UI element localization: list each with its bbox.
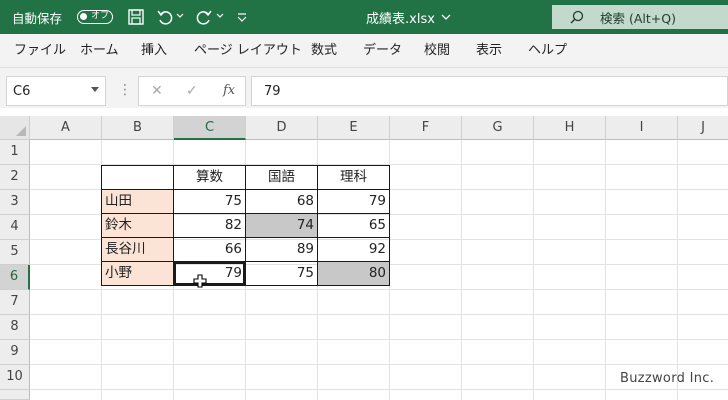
column-header-j[interactable]: J xyxy=(678,116,728,140)
tab-data[interactable]: データ xyxy=(363,34,402,67)
row-header-6[interactable]: 6 xyxy=(0,265,30,290)
name-box[interactable]: C6 xyxy=(6,76,106,106)
tab-help[interactable]: ヘルプ xyxy=(528,34,567,67)
tab-home[interactable]: ホーム xyxy=(80,34,119,67)
search-placeholder: 検索 (Alt+Q) xyxy=(600,10,676,26)
cell-b5[interactable]: 長谷川 xyxy=(101,237,174,262)
column-header-a[interactable]: A xyxy=(30,116,102,140)
cell-b6[interactable]: 小野 xyxy=(101,261,174,286)
file-title[interactable]: 成績表.xlsx xyxy=(366,0,451,34)
cell-e6[interactable]: 80 xyxy=(317,261,390,286)
save-icon[interactable] xyxy=(127,8,145,26)
row-header-8[interactable]: 8 xyxy=(0,315,30,340)
row-header-3[interactable]: 3 xyxy=(0,190,30,215)
toggle-knob xyxy=(80,13,87,20)
row-header-10[interactable]: 10 xyxy=(0,365,30,390)
insert-function-icon[interactable]: fx xyxy=(223,83,235,98)
cell-d3[interactable]: 68 xyxy=(245,189,318,214)
tab-file[interactable]: ファイル xyxy=(14,34,66,67)
name-box-value: C6 xyxy=(13,84,31,99)
cell-b2[interactable] xyxy=(101,165,174,190)
cell-e3[interactable]: 79 xyxy=(317,189,390,214)
row-header-7[interactable]: 7 xyxy=(0,290,30,315)
chevron-down-icon xyxy=(441,14,451,20)
cell-d5[interactable]: 89 xyxy=(245,237,318,262)
ribbon-collapsed-area xyxy=(0,68,728,76)
formula-input[interactable]: 79 xyxy=(251,76,728,106)
ribbon-tabs: ファイル ホーム 挿入 ページ レイアウト 数式 データ 校閲 表示 ヘルプ xyxy=(0,34,728,68)
formula-value: 79 xyxy=(264,84,281,99)
enter-icon[interactable]: ✓ xyxy=(186,83,198,99)
tab-page-layout[interactable]: ページ レイアウト xyxy=(194,34,302,67)
cell-c6-active[interactable]: 79 xyxy=(173,261,246,286)
formula-buttons: ✕ ✓ fx xyxy=(138,76,246,106)
column-header-c[interactable]: C xyxy=(174,116,246,140)
title-bar: 自動保存 オフ 成績表.xlsx 検索 (Alt+Q) xyxy=(0,0,728,34)
cell-e2[interactable]: 理科 xyxy=(317,165,390,190)
column-header-h[interactable]: H xyxy=(534,116,606,140)
cell-cursor-icon xyxy=(193,274,207,288)
column-header-i[interactable]: I xyxy=(606,116,678,140)
cell-e4[interactable]: 65 xyxy=(317,213,390,238)
cell-d4[interactable]: 74 xyxy=(245,213,318,238)
cancel-icon[interactable]: ✕ xyxy=(151,83,163,99)
row-header-5[interactable]: 5 xyxy=(0,240,30,265)
search-box[interactable]: 検索 (Alt+Q) xyxy=(552,5,728,29)
tab-insert[interactable]: 挿入 xyxy=(141,34,167,67)
tab-formulas[interactable]: 数式 xyxy=(311,34,337,67)
undo-icon[interactable] xyxy=(156,8,174,26)
autosave-label: 自動保存 xyxy=(12,10,63,26)
select-all-button[interactable] xyxy=(0,116,30,140)
customize-toolbar-icon[interactable] xyxy=(236,11,248,23)
column-header-b[interactable]: B xyxy=(102,116,174,140)
redo-dropdown-icon[interactable] xyxy=(216,13,224,19)
row-header-9[interactable]: 9 xyxy=(0,340,30,365)
row-header-11[interactable] xyxy=(0,390,30,400)
cell-d2[interactable]: 国語 xyxy=(245,165,318,190)
column-header-g[interactable]: G xyxy=(462,116,534,140)
column-header-f[interactable]: F xyxy=(390,116,462,140)
cell-b3[interactable]: 山田 xyxy=(101,189,174,214)
cell-c3[interactable]: 75 xyxy=(173,189,246,214)
cell-e5[interactable]: 92 xyxy=(317,237,390,262)
formula-bar: C6 ⋮ ✕ ✓ fx 79 xyxy=(0,76,728,108)
chevron-down-icon xyxy=(91,87,99,92)
cell-c2[interactable]: 算数 xyxy=(173,165,246,190)
column-header-e[interactable]: E xyxy=(318,116,390,140)
undo-dropdown-icon[interactable] xyxy=(176,13,184,19)
watermark: Buzzword Inc. xyxy=(620,371,715,386)
cell-c4[interactable]: 82 xyxy=(173,213,246,238)
cell-d6[interactable]: 75 xyxy=(245,261,318,286)
cell-b4[interactable]: 鈴木 xyxy=(101,213,174,238)
toggle-text: オフ xyxy=(91,11,110,21)
row-header-1[interactable]: 1 xyxy=(0,140,30,165)
cell-c5[interactable]: 66 xyxy=(173,237,246,262)
tab-review[interactable]: 校閲 xyxy=(424,34,450,67)
tab-view[interactable]: 表示 xyxy=(476,34,502,67)
more-options-icon[interactable]: ⋮ xyxy=(118,82,132,98)
column-header-d[interactable]: D xyxy=(246,116,318,140)
search-icon xyxy=(570,10,584,24)
redo-icon[interactable] xyxy=(195,8,213,26)
row-header-2[interactable]: 2 xyxy=(0,165,30,190)
row-header-4[interactable]: 4 xyxy=(0,215,30,240)
file-title-text: 成績表.xlsx xyxy=(366,11,435,27)
autosave-toggle[interactable]: オフ xyxy=(77,10,113,24)
spreadsheet-grid[interactable]: A B C D E F G H I J 1 2 3 4 5 6 7 8 9 10… xyxy=(0,116,728,400)
